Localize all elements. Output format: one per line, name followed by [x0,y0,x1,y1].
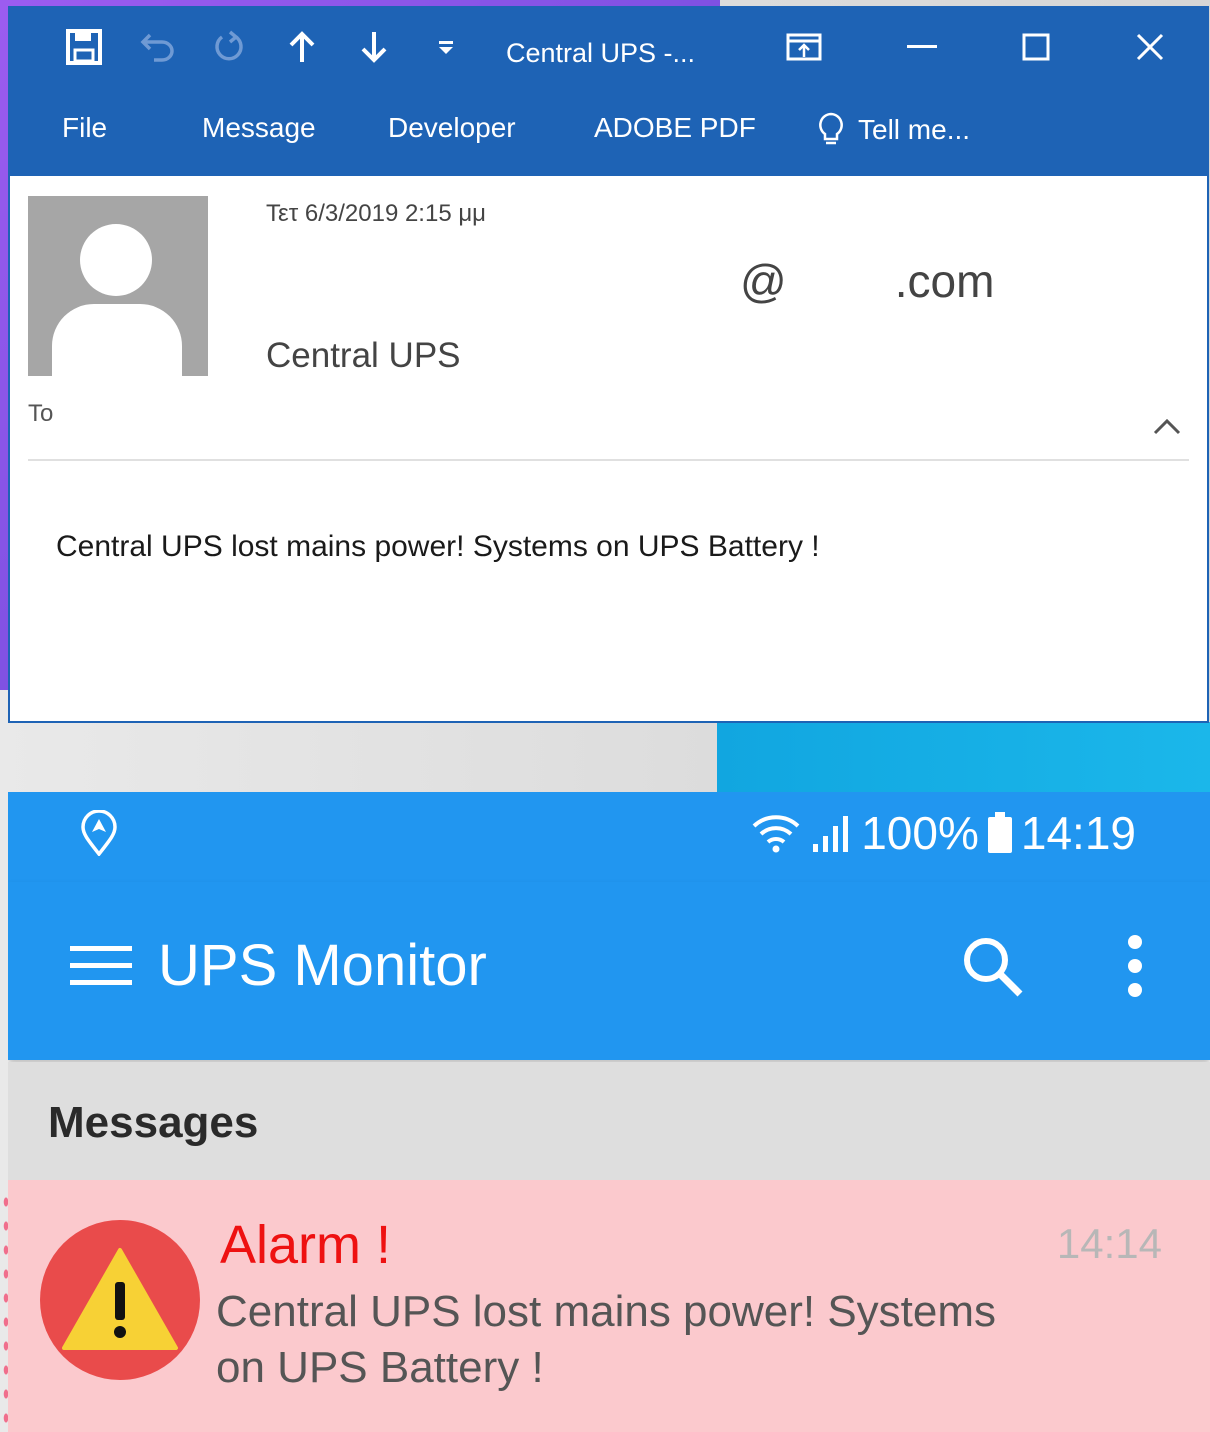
outlook-message-window: Central UPS -... File Message Developer … [8,6,1209,723]
minimize-icon[interactable] [898,24,946,70]
tell-me-box[interactable]: Tell me... [818,112,970,148]
person-silhouette-icon [52,224,182,376]
tab-developer[interactable]: Developer [388,112,516,144]
redo-icon[interactable] [206,24,250,70]
message-time: 14:14 [1056,1220,1162,1267]
hamburger-menu-icon[interactable] [70,944,132,993]
clock: 14:19 [1020,807,1136,859]
app-bar: UPS Monitor [8,882,1210,1060]
header-divider [28,459,1189,461]
wifi-icon [752,815,800,853]
message-title: Alarm ! [220,1215,392,1275]
arrow-down-icon[interactable] [352,24,396,70]
collapse-header-icon[interactable] [1152,416,1182,440]
to-label: To [28,400,54,427]
messages-section-header: Messages [8,1062,1210,1180]
arrow-up-icon[interactable] [280,24,324,70]
more-options-icon[interactable] [1120,934,1150,1003]
battery-percent: 100% [861,807,979,859]
message-body: Central UPS lost mains power! Systems on… [216,1287,997,1392]
tab-file[interactable]: File [62,112,107,144]
tell-me-label: Tell me... [858,114,971,145]
title-bar: Central UPS -... [10,8,1207,90]
email-body: Central UPS lost mains power! Systems on… [56,530,820,563]
tab-adobe-pdf[interactable]: ADOBE PDF [594,112,756,144]
sender-name: Central UPS [266,336,461,375]
sender-at: @ [740,255,787,307]
sender-domain: .com [894,255,995,307]
close-icon[interactable] [1126,24,1174,70]
search-icon[interactable] [960,934,1024,1003]
save-icon[interactable] [62,24,106,70]
ribbon-tabs: File Message Developer ADOBE PDF Tell me… [10,90,1207,176]
sender-address: @ .com [740,254,994,308]
section-title: Messages [48,1098,259,1147]
ribbon-display-icon[interactable] [780,24,828,70]
background-cyan [717,722,1210,794]
warning-icon [40,1220,200,1380]
message-header: Τετ 6/3/2019 2:15 μμ @ .com Central UPS T… [10,176,1207,721]
maximize-icon[interactable] [1012,24,1060,70]
status-indicators: 100% 14:19 [751,806,1136,860]
customize-dropdown-icon[interactable] [428,24,464,70]
lightbulb-icon [819,112,843,145]
battery-icon [987,812,1012,853]
app-title: UPS Monitor [158,933,487,998]
alarm-message-item[interactable]: Alarm ! 14:14 Central UPS lost mains pow… [8,1180,1210,1432]
signal-icon [813,816,849,852]
tab-message[interactable]: Message [202,112,316,144]
sent-date: Τετ 6/3/2019 2:15 μμ [266,200,486,227]
avatar [28,196,208,376]
window-title: Central UPS -... [506,38,696,68]
undo-icon[interactable] [136,24,180,70]
status-bar: 100% 14:19 [8,792,1210,882]
location-icon [80,809,118,861]
android-app: 100% 14:19 UPS Monitor Messages Alarm ! … [8,792,1210,1432]
